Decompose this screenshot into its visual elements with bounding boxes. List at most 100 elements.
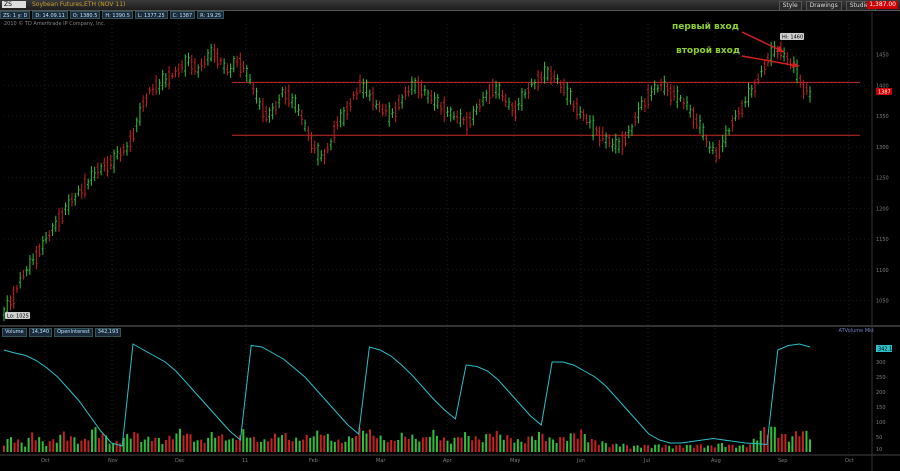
volume-bar (562, 437, 565, 452)
volume-bar (171, 439, 174, 452)
volume-bar (643, 444, 646, 452)
volume-bar (713, 447, 716, 452)
volume-bar (115, 440, 118, 452)
volume-bar (509, 438, 512, 452)
volume-bar (59, 434, 62, 452)
lo-tag: Lo: 1025 (7, 314, 29, 320)
volume-bar (763, 427, 766, 452)
volume-bar (66, 440, 69, 452)
volume-bar (545, 440, 548, 452)
volume-bar (372, 435, 375, 452)
volume-bar (794, 431, 797, 452)
volume-bar (369, 429, 372, 452)
volume-bar (379, 435, 382, 452)
volume-bar (224, 440, 227, 452)
volume-axis-label: 50 (876, 435, 882, 441)
time-axis-label: Jun (576, 458, 585, 464)
time-axis-label: Aug (711, 458, 721, 464)
volume-bar (502, 439, 505, 452)
volume-bar (365, 433, 368, 452)
volume-bar (622, 443, 625, 452)
volume-bar (587, 442, 590, 452)
volume-bar (13, 442, 16, 452)
volume-bar (62, 431, 65, 452)
volume-bar (291, 441, 294, 452)
volume-bar (383, 440, 386, 452)
volume-bar (90, 429, 93, 452)
price-axis-label: 1300 (876, 145, 889, 151)
volume-axis-label: 10 (876, 447, 882, 453)
volume-bar (798, 436, 801, 452)
volume-bar (281, 435, 284, 452)
volume-bar (728, 444, 731, 452)
price-axis-label: 1450 (876, 53, 889, 59)
volume-bar (513, 442, 516, 452)
second-entry-arrowhead (792, 62, 800, 68)
time-axis-label: Jul (643, 458, 650, 464)
volume-bar (576, 438, 579, 452)
volume-bar (773, 427, 776, 452)
volume-bar (625, 445, 628, 452)
volume-axis-label: 100 (876, 420, 886, 426)
volume-bar (20, 442, 23, 452)
volume-axis-label: 200 (876, 390, 886, 396)
volume-bar (112, 442, 115, 452)
volume-bar (393, 440, 396, 452)
second-entry-arrow (741, 55, 799, 67)
volume-bar (31, 432, 34, 452)
volume-bar (710, 445, 713, 452)
volume-bar (478, 439, 481, 452)
volume-bar (414, 438, 417, 452)
volume-bar (182, 435, 185, 452)
volume-bar (101, 433, 104, 452)
volume-bar (583, 433, 586, 452)
volume-bar (407, 438, 410, 452)
volume-bar (207, 437, 210, 452)
time-axis-label: May (510, 458, 520, 464)
volume-bar (696, 444, 699, 452)
volume-bar (435, 435, 438, 452)
volume-axis-label: 250 (876, 375, 886, 381)
volume-bar (633, 445, 636, 452)
price-axis-label: 1150 (876, 237, 889, 243)
volume-bar (749, 444, 752, 452)
volume-bar (316, 430, 319, 452)
volume-bar (801, 431, 804, 452)
volume-bar (235, 439, 238, 452)
volume-bar (791, 436, 794, 452)
volume-bar (615, 443, 618, 452)
volume-bar (499, 434, 502, 452)
volume-bar (126, 433, 129, 452)
volume-bar (178, 428, 181, 452)
volume-bar (516, 439, 519, 452)
volume-bar (87, 440, 90, 452)
chart-canvas[interactable]: OctNovDec11FebMarAprMayJunJulAugSepOctNo… (0, 0, 900, 471)
volume-bar (80, 440, 83, 452)
volume-bar (400, 432, 403, 452)
volume-bar (133, 432, 136, 452)
volume-bar (534, 439, 537, 452)
volume-bar (326, 433, 329, 452)
volume-bar (186, 433, 189, 452)
time-axis-label: Dec (175, 458, 185, 464)
volume-bar (344, 441, 347, 452)
volume-bar (397, 440, 400, 452)
time-axis-label: Oct (41, 458, 50, 464)
volume-bar (685, 444, 688, 452)
volume-bar (214, 437, 217, 452)
time-axis-label: Nov (108, 458, 118, 464)
volume-bar (83, 438, 86, 452)
volume-bar (140, 442, 143, 452)
volume-bar (302, 439, 305, 452)
volume-bar (706, 445, 709, 452)
volume-bar (175, 433, 178, 452)
volume-bar (52, 439, 55, 452)
volume-bar (608, 447, 611, 452)
volume-bar (210, 432, 213, 452)
volume-bar (520, 441, 523, 452)
volume-bar (559, 437, 562, 452)
open-interest-line (3, 343, 811, 447)
volume-bar (481, 442, 484, 452)
volume-bar (143, 439, 146, 452)
volume-bar (189, 434, 192, 452)
